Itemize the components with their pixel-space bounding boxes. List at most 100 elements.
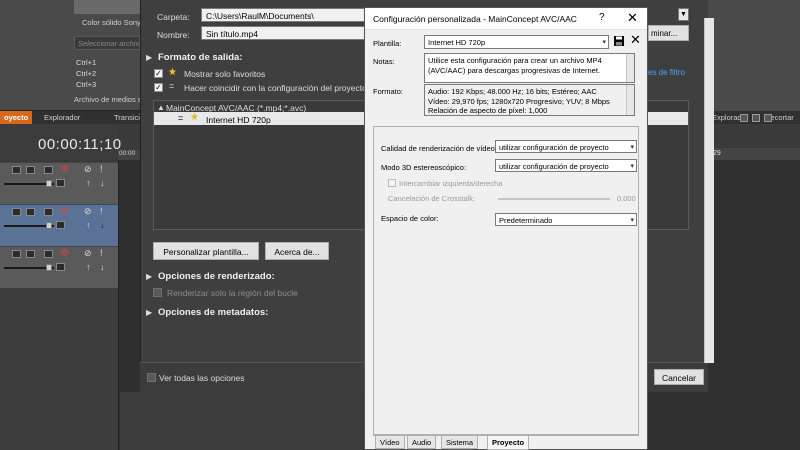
track-motion-icon[interactable] [12, 166, 21, 174]
about-button[interactable]: Acerca de... [265, 242, 329, 260]
show-favorites-checkbox[interactable]: ✓ [154, 69, 163, 78]
tab-project-settings[interactable]: Proyecto [487, 436, 530, 450]
solo-icon[interactable]: ! [100, 206, 103, 216]
stereo-mode-dropdown[interactable]: utilizar configuración de proyecto ▾ [495, 159, 637, 172]
chevron-down-icon: ▾ [630, 217, 634, 224]
customize-template-button[interactable]: Personalizar plantilla... [153, 242, 259, 260]
tab-video[interactable]: Vídeo [375, 436, 405, 449]
shortcut-ctrl1: Ctrl+1 [76, 58, 97, 67]
arrow-down-icon[interactable]: ↓ [100, 178, 105, 188]
media-thumbnail[interactable] [74, 0, 140, 14]
expand-triangle-icon[interactable]: ▲ [157, 103, 165, 112]
stereo-mode-label: Modo 3D estereoscópico: [381, 163, 467, 172]
show-all-label: Ver todas las opciones [159, 373, 245, 383]
tool-icon[interactable] [764, 114, 772, 122]
track-header-1[interactable]: ⚙ ⊘ ! ↑ ↓ [0, 162, 118, 204]
collapse-triangle-icon[interactable]: ▶ [146, 272, 152, 281]
track-header-3[interactable]: ⚙ ⊘ ! ↑ ↓ [0, 246, 118, 288]
solo-icon[interactable]: ! [100, 248, 103, 258]
template-label: Plantilla: [373, 39, 402, 48]
tab-audio[interactable]: Audio [407, 436, 437, 449]
swap-checkbox[interactable] [388, 179, 396, 187]
solo-icon[interactable]: ! [100, 164, 103, 174]
arrow-down-icon[interactable]: ↓ [100, 262, 105, 272]
cancel-button[interactable]: Cancelar [654, 369, 704, 385]
track-header-2[interactable]: ⚙ ⊘ ! ↑ ↓ [0, 204, 118, 246]
format-audio-line: Audio: 192 Kbps; 48.000 Hz; 16 bits; Est… [428, 87, 597, 96]
track-level-icon[interactable] [56, 221, 65, 229]
vegas-render-screen: Color sólido Sony Seleccionar archivo Ct… [0, 0, 800, 450]
media-browser-panel [0, 0, 140, 110]
chevron-down-icon: ▾ [630, 144, 634, 151]
name-input[interactable]: Sin título.mp4 [201, 26, 367, 40]
format-info-box: Audio: 192 Kbps; 48.000 Hz; 16 bits; Est… [424, 84, 635, 116]
gear-icon[interactable]: ⚙ [60, 206, 69, 217]
solid-color-label: Color sólido Sony [82, 18, 141, 27]
name-label: Nombre: [157, 30, 190, 40]
render-loop-checkbox[interactable] [153, 288, 162, 297]
track-fx-icon[interactable] [26, 208, 35, 216]
slider-knob[interactable] [46, 222, 52, 229]
metadata-options-heading: Opciones de metadatos: [158, 307, 269, 318]
tree-child-item[interactable]: Internet HD 720p [206, 115, 271, 125]
dialog-title: Configuración personalizada - MainConcep… [373, 14, 577, 24]
format-scrollbar[interactable] [626, 85, 634, 115]
folder-input[interactable]: C:\Users\RaulM\Documents\ [201, 8, 367, 22]
render-dialog-scrollbar[interactable] [704, 18, 714, 363]
tool-icon[interactable] [740, 114, 748, 122]
stereo-mode-value: utilizar configuración de proyecto [499, 162, 609, 171]
slider-knob[interactable] [46, 264, 52, 271]
crosstalk-slider[interactable] [498, 198, 610, 200]
collapse-triangle-icon[interactable]: ▶ [146, 308, 152, 317]
tab-explorer[interactable]: Explorador [44, 113, 80, 122]
arrow-up-icon[interactable]: ↑ [86, 220, 91, 230]
folder-label: Carpeta: [157, 12, 190, 22]
tab-project[interactable]: oyecto [0, 111, 33, 124]
mute-icon[interactable]: ⊘ [84, 164, 92, 175]
delete-icon[interactable]: ✕ [630, 32, 641, 48]
template-dropdown[interactable]: Internet HD 720p ▾ [424, 35, 609, 49]
close-button[interactable]: ✕ [627, 10, 638, 26]
chevron-down-icon: ▾ [602, 39, 606, 46]
equals-icon: = [169, 81, 175, 91]
track-compositing-icon[interactable] [44, 250, 53, 258]
track-level-icon[interactable] [56, 179, 65, 187]
media-file-label: Archivo de medios si [74, 95, 144, 104]
ruler-marker: 29 [713, 150, 721, 157]
slider-knob[interactable] [46, 180, 52, 187]
notes-scrollbar[interactable] [626, 54, 634, 82]
mute-icon[interactable]: ⊘ [84, 248, 92, 259]
track-compositing-icon[interactable] [44, 166, 53, 174]
tool-icon[interactable] [752, 114, 760, 122]
show-all-checkbox[interactable] [147, 373, 156, 382]
track-fx-icon[interactable] [26, 166, 35, 174]
timeline-bottom-left [120, 392, 364, 450]
notes-textarea[interactable]: Utilice esta configuración para crear un… [424, 53, 635, 83]
colorspace-dropdown[interactable]: Predeterminado ▾ [495, 213, 637, 226]
track-level-icon[interactable] [56, 263, 65, 271]
save-icon[interactable] [613, 35, 625, 47]
match-project-checkbox[interactable]: ✓ [154, 83, 163, 92]
format-aspect-line: Relación de aspecto de píxel: 1,000 [428, 106, 548, 115]
chevron-down-icon[interactable]: ▼ [678, 8, 689, 21]
quality-dropdown[interactable]: utilizar configuración de proyecto ▾ [495, 140, 637, 153]
arrow-up-icon[interactable]: ↑ [86, 178, 91, 188]
delete-button[interactable]: minar... [648, 25, 689, 41]
arrow-up-icon[interactable]: ↑ [86, 262, 91, 272]
media-search-input[interactable]: Seleccionar archivo [74, 36, 140, 50]
track-compositing-icon[interactable] [44, 208, 53, 216]
filter-link[interactable]: es de filtro [648, 68, 685, 77]
gear-icon[interactable]: ⚙ [60, 164, 69, 175]
track-motion-icon[interactable] [12, 208, 21, 216]
mute-icon[interactable]: ⊘ [84, 206, 92, 217]
gear-icon[interactable]: ⚙ [60, 248, 69, 259]
track-fx-icon[interactable] [26, 250, 35, 258]
equals-icon: = [178, 113, 184, 123]
colorspace-value: Predeterminado [499, 216, 553, 225]
tab-system[interactable]: Sistema [441, 436, 479, 449]
track-motion-icon[interactable] [12, 250, 21, 258]
crosstalk-label: Cancelación de Crosstalk: [388, 194, 476, 203]
collapse-triangle-icon[interactable]: ▶ [146, 53, 152, 62]
help-button[interactable]: ? [599, 12, 605, 23]
arrow-down-icon[interactable]: ↓ [100, 220, 105, 230]
